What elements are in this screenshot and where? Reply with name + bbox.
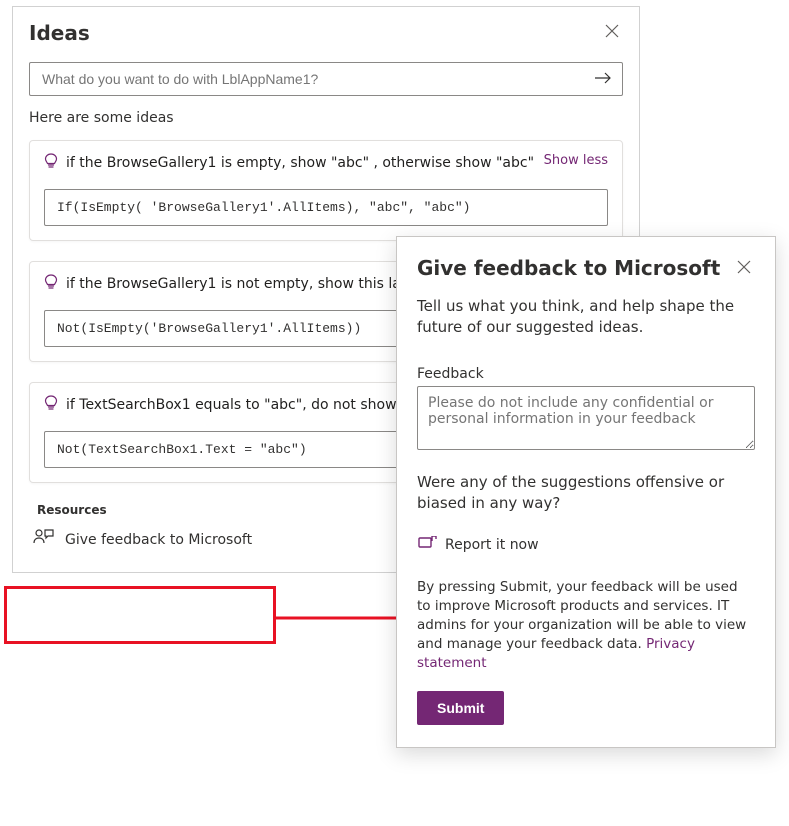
idea-head: if the BrowseGallery1 is empty, show "ab… xyxy=(44,153,608,175)
feedback-header: Give feedback to Microsoft xyxy=(417,255,755,282)
report-icon xyxy=(417,536,435,554)
feedback-disclaimer: By pressing Submit, your feedback will b… xyxy=(417,578,755,673)
report-it-link[interactable]: Report it now xyxy=(417,536,755,554)
arrow-right-icon[interactable] xyxy=(594,69,612,90)
feedback-link-text: Give feedback to Microsoft xyxy=(65,532,252,548)
ideas-subheading: Here are some ideas xyxy=(29,110,623,126)
lightbulb-icon xyxy=(44,395,58,417)
formula-row: If(IsEmpty( 'BrowseGallery1'.AllItems), … xyxy=(44,189,608,226)
ideas-title: Ideas xyxy=(29,21,90,45)
submit-button[interactable]: Submit xyxy=(417,691,504,725)
show-less-link[interactable]: Show less xyxy=(544,153,608,168)
ideas-header: Ideas xyxy=(29,19,623,46)
lightbulb-icon xyxy=(44,153,58,175)
report-it-text: Report it now xyxy=(445,537,539,553)
close-icon[interactable] xyxy=(733,255,755,282)
offensive-question: Were any of the suggestions offensive or… xyxy=(417,472,755,514)
close-icon[interactable] xyxy=(601,19,623,46)
feedback-title: Give feedback to Microsoft xyxy=(417,255,720,281)
lightbulb-icon xyxy=(44,274,58,296)
search-input-row[interactable] xyxy=(29,62,623,96)
feedback-textarea[interactable] xyxy=(417,386,755,450)
search-input[interactable] xyxy=(40,70,594,88)
disclaimer-text: By pressing Submit, your feedback will b… xyxy=(417,579,746,652)
idea-text: if the BrowseGallery1 is empty, show "ab… xyxy=(66,153,536,173)
annotation-highlight-box xyxy=(4,586,276,644)
feedback-dialog: Give feedback to Microsoft Tell us what … xyxy=(396,236,776,748)
idea-card: if the BrowseGallery1 is empty, show "ab… xyxy=(29,140,623,241)
people-feedback-icon xyxy=(33,527,55,552)
feedback-intro: Tell us what you think, and help shape t… xyxy=(417,296,755,338)
formula-box[interactable]: If(IsEmpty( 'BrowseGallery1'.AllItems), … xyxy=(44,189,608,226)
feedback-textarea-label: Feedback xyxy=(417,366,755,382)
